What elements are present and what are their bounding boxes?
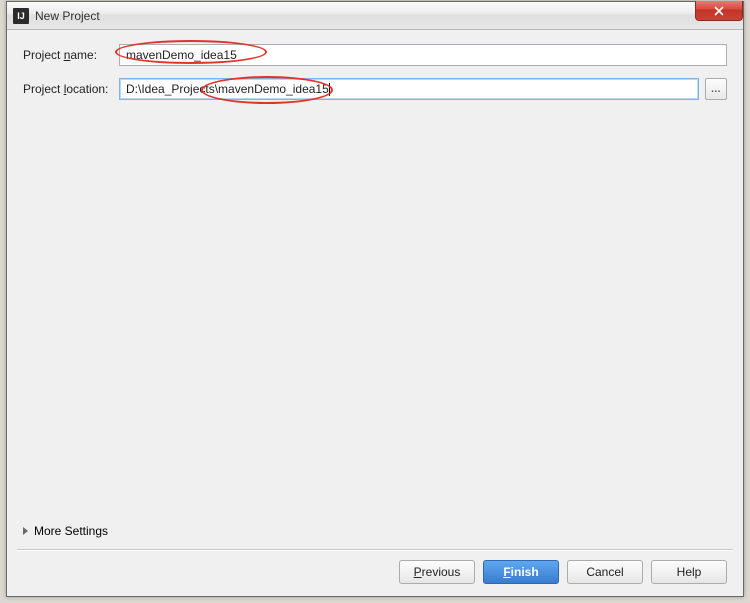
label-text: ocation:	[66, 82, 108, 96]
button-mnemonic: P	[414, 565, 422, 579]
button-label: Help	[677, 565, 702, 579]
label-text: Project	[23, 82, 64, 96]
close-button[interactable]	[695, 1, 743, 21]
input-value: D:\Idea_Projects\mavenDemo_idea15	[126, 82, 329, 96]
dialog-content: Project name: Project location: D:\Idea_…	[7, 30, 743, 596]
browse-button[interactable]: ...	[705, 78, 727, 100]
cancel-button[interactable]: Cancel	[567, 560, 643, 584]
label-text: Project	[23, 48, 64, 62]
more-settings-label: More Settings	[34, 524, 108, 538]
chevron-right-icon	[23, 527, 28, 535]
close-icon	[714, 6, 724, 16]
project-name-input[interactable]	[119, 44, 727, 66]
app-icon: IJ	[13, 8, 29, 24]
project-name-label: Project name:	[23, 48, 119, 62]
project-location-input[interactable]: D:\Idea_Projects\mavenDemo_idea15	[119, 78, 699, 100]
title-bar: IJ New Project	[7, 2, 743, 30]
button-label: inish	[511, 565, 539, 579]
project-name-row: Project name:	[23, 44, 727, 66]
previous-button[interactable]: Previous	[399, 560, 475, 584]
project-location-row: Project location: D:\Idea_Projects\maven…	[23, 78, 727, 100]
new-project-dialog: IJ New Project Project name: Project loc…	[6, 1, 744, 597]
ellipsis-icon: ...	[711, 84, 721, 95]
dialog-button-row: Previous Finish Cancel Help	[399, 560, 727, 584]
button-label: Cancel	[586, 565, 623, 579]
button-label: revious	[422, 565, 461, 579]
label-text: ame:	[70, 48, 97, 62]
finish-button[interactable]: Finish	[483, 560, 559, 584]
project-location-label: Project location:	[23, 82, 119, 96]
separator	[17, 549, 733, 550]
text-caret	[329, 83, 330, 96]
help-button[interactable]: Help	[651, 560, 727, 584]
button-mnemonic: F	[503, 565, 510, 579]
more-settings-expander[interactable]: More Settings	[23, 524, 108, 538]
window-title: New Project	[35, 9, 100, 23]
